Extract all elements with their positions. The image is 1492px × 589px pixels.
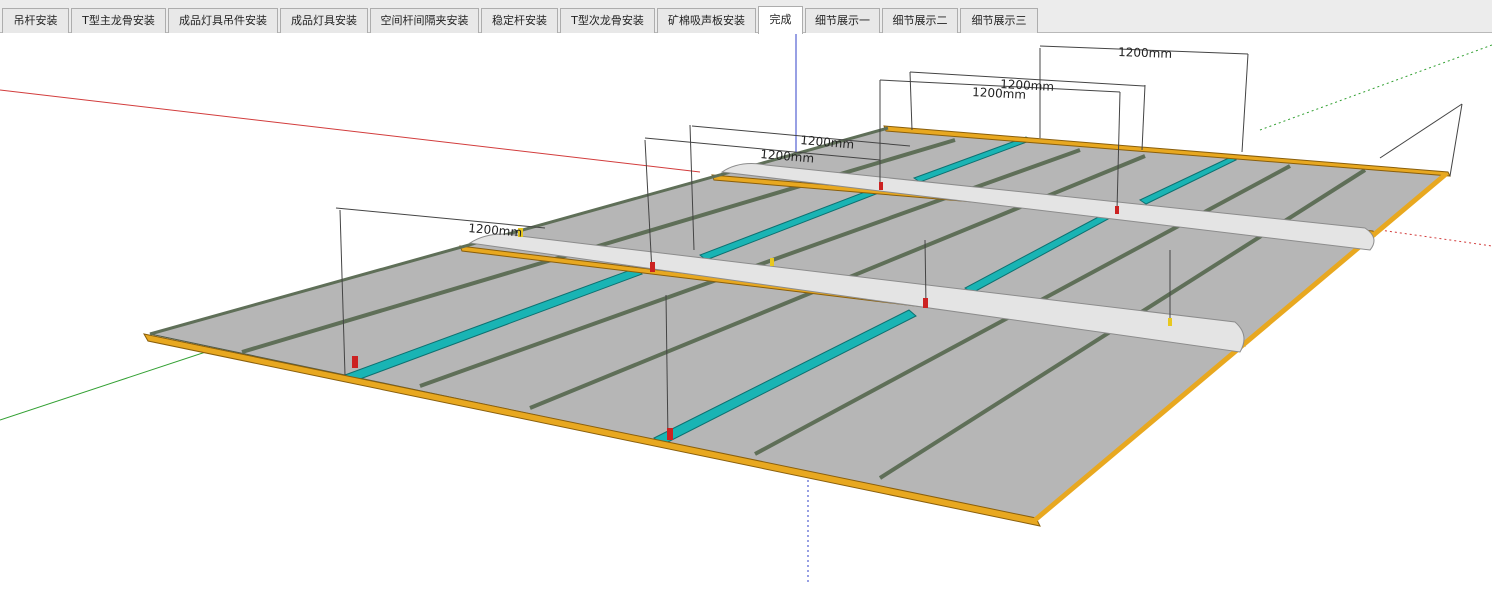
dimension-label: 1200mm <box>468 221 523 240</box>
scene-tab-bar: 吊杆安装 T型主龙骨安装 成品灯具吊件安装 成品灯具安装 空间杆间隔夹安装 稳定… <box>0 0 1492 34</box>
model-viewport[interactable]: 1200mm 1200mm 1200mm 1200mm 1200mm 1200m… <box>0 34 1492 585</box>
tab-stabilizer[interactable]: 稳定杆安装 <box>481 8 558 33</box>
hanger-clip <box>1115 206 1119 214</box>
hanger-clip <box>667 428 673 440</box>
hanger-rod <box>1241 53 1249 153</box>
tab-spacer-clip[interactable]: 空间杆间隔夹安装 <box>370 8 479 33</box>
dimension-label: 1200mm <box>1118 45 1172 61</box>
hanger-rod <box>1449 103 1463 177</box>
green-axis-dotted <box>1259 44 1492 131</box>
tab-detail-1[interactable]: 细节展示一 <box>805 8 880 33</box>
tab-fixture-hanger[interactable]: 成品灯具吊件安装 <box>168 8 278 33</box>
tab-complete[interactable]: 完成 <box>758 6 803 34</box>
tab-main-runner[interactable]: T型主龙骨安装 <box>71 8 166 33</box>
tab-fixture[interactable]: 成品灯具安装 <box>280 8 368 33</box>
red-axis-dotted <box>1379 229 1492 247</box>
hanger-clip <box>923 298 928 308</box>
hanger-clip <box>352 356 358 368</box>
red-axis <box>0 89 701 173</box>
tab-mineral-panel[interactable]: 矿棉吸声板安装 <box>657 8 756 33</box>
ceiling-model-canvas[interactable]: 1200mm 1200mm 1200mm 1200mm 1200mm 1200m… <box>0 34 1492 585</box>
hanger-clip <box>650 262 655 272</box>
dimension-line <box>1379 103 1463 159</box>
hanger-clip <box>770 258 774 266</box>
tab-cross-tee[interactable]: T型次龙骨安装 <box>560 8 655 33</box>
hanger-rod <box>909 71 913 131</box>
hanger-rod <box>1141 84 1146 151</box>
hanger-clip <box>1168 318 1172 326</box>
tab-detail-3[interactable]: 细节展示三 <box>960 8 1038 33</box>
hanger-clip <box>879 182 883 190</box>
dimension-label: 1200mm <box>1000 77 1055 94</box>
tab-detail-2[interactable]: 细节展示二 <box>882 8 958 33</box>
tab-hanger-rod[interactable]: 吊杆安装 <box>2 8 69 33</box>
